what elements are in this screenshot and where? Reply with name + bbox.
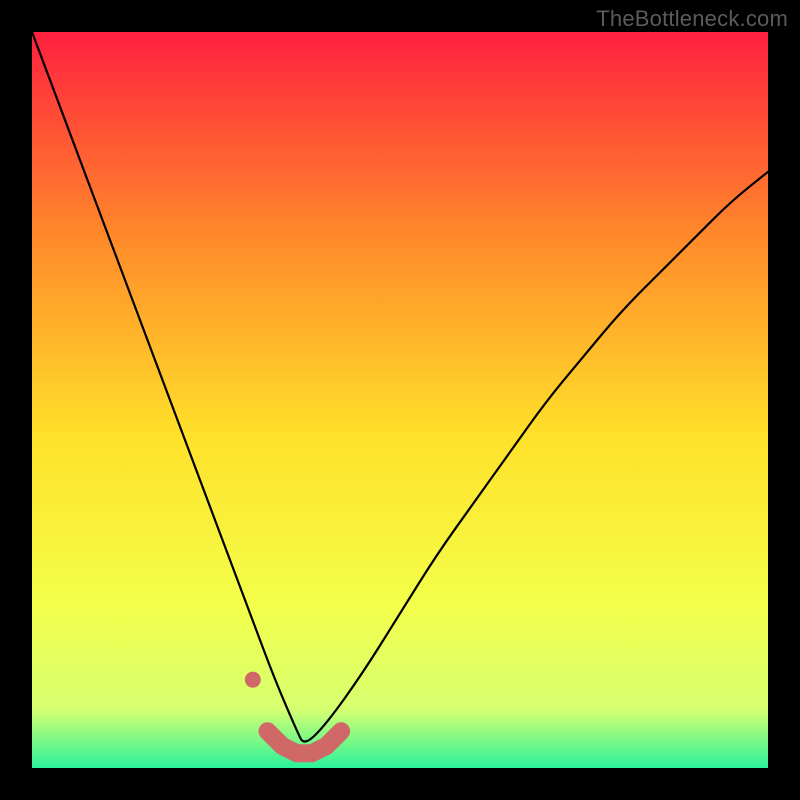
- plot-area: [32, 32, 768, 768]
- chart-stage: TheBottleneck.com: [0, 0, 800, 800]
- gradient-background: [32, 32, 768, 768]
- highlight-dot: [245, 672, 261, 688]
- watermark-text: TheBottleneck.com: [596, 6, 788, 32]
- chart-svg: [32, 32, 768, 768]
